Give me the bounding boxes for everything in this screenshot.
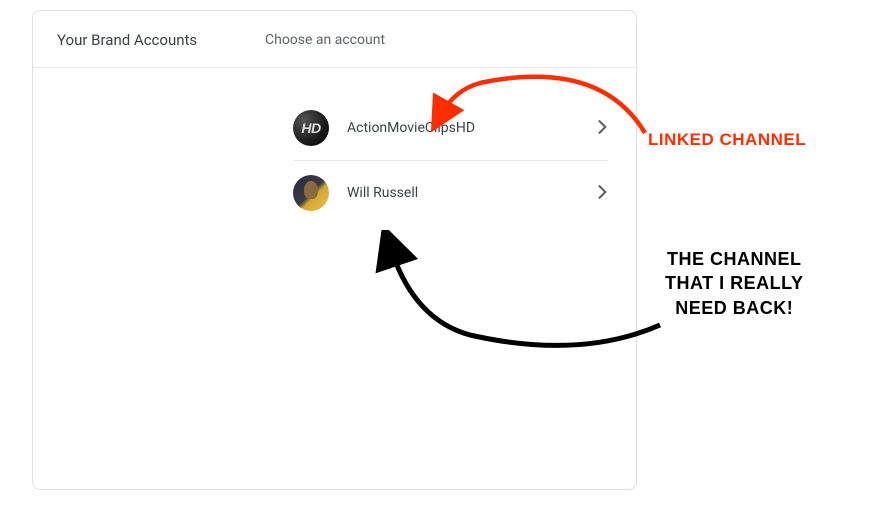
card-title: Your Brand Accounts xyxy=(57,31,265,49)
card-header: Your Brand Accounts Choose an account xyxy=(33,11,636,68)
annotation-line: NEED BACK! xyxy=(675,298,793,318)
account-item-willrussell[interactable]: Will Russell xyxy=(293,161,608,225)
avatar-person-icon xyxy=(293,175,329,211)
account-name: Will Russell xyxy=(347,185,598,201)
annotation-line: THE CHANNEL xyxy=(667,249,802,269)
account-name: ActionMovieClipsHD xyxy=(347,120,598,136)
card-subtitle: Choose an account xyxy=(265,32,385,48)
accounts-list: HD ActionMovieClipsHD Will Russell xyxy=(33,68,636,225)
chevron-right-icon xyxy=(598,119,608,138)
avatar-hd-icon: HD xyxy=(293,110,329,146)
annotation-linked-channel: LINKED CHANNEL xyxy=(648,130,806,150)
chevron-right-icon xyxy=(598,184,608,203)
brand-accounts-card: Your Brand Accounts Choose an account HD… xyxy=(32,10,637,490)
annotation-line: THAT I REALLY xyxy=(665,273,804,293)
account-item-actionmovieclipshd[interactable]: HD ActionMovieClipsHD xyxy=(293,96,608,161)
annotation-need-back: THE CHANNEL THAT I REALLY NEED BACK! xyxy=(665,247,804,320)
